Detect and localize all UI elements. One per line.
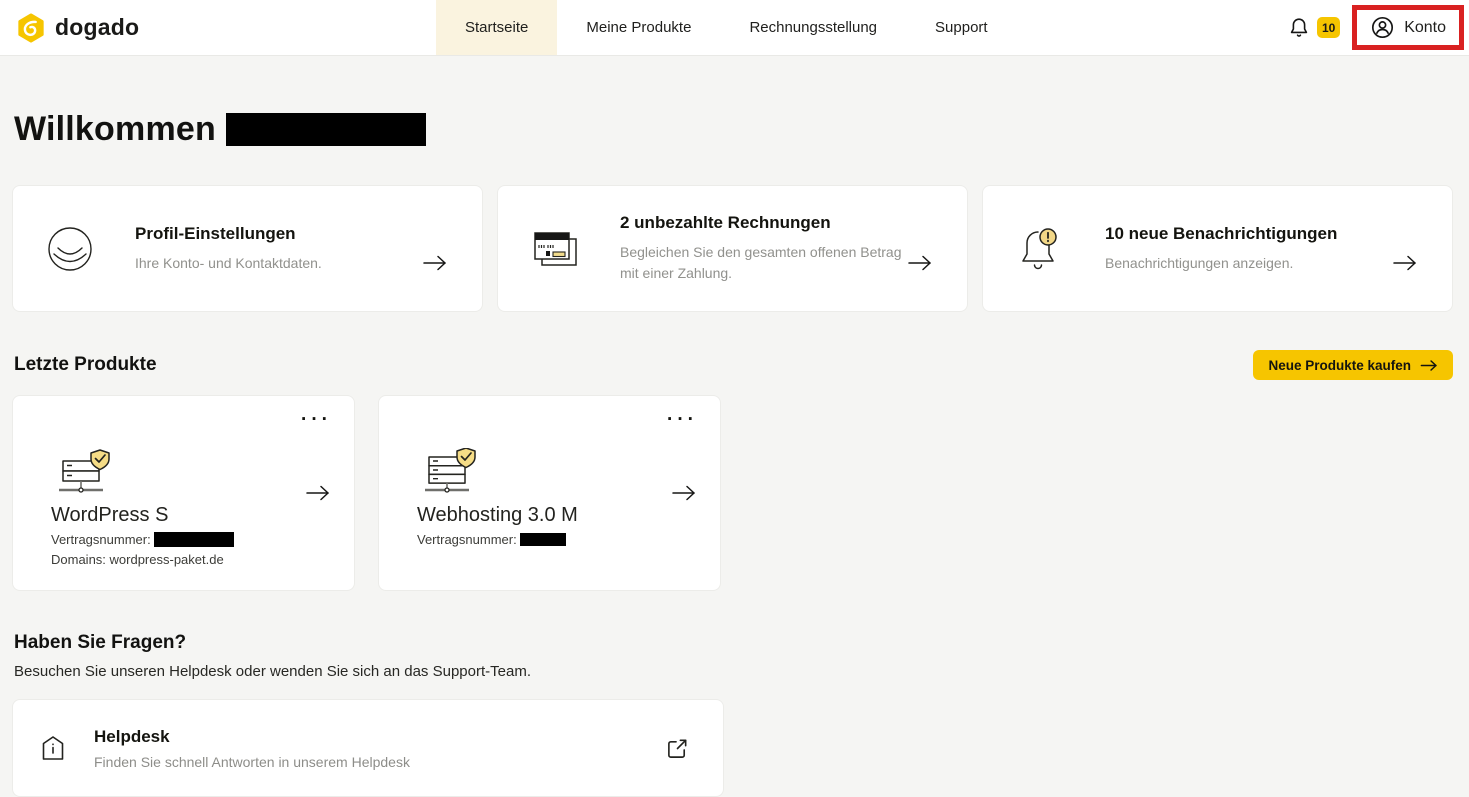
bell-icon: [1287, 16, 1311, 40]
card-text: Profil-Einstellungen Ihre Konto- und Kon…: [103, 224, 422, 274]
top-navigation-bar: dogado Startseite Meine Produkte Rechnun…: [0, 0, 1469, 56]
notification-count-badge: 10: [1317, 17, 1340, 38]
helpdesk-info-icon: [41, 735, 65, 761]
dogado-logo[interactable]: dogado: [16, 13, 139, 43]
profile-settings-card[interactable]: Profil-Einstellungen Ihre Konto- und Kon…: [12, 185, 483, 312]
buy-new-products-button[interactable]: Neue Produkte kaufen: [1253, 350, 1453, 380]
konto-button-label: Konto: [1404, 19, 1446, 37]
contract-label: Vertragsnummer:: [417, 532, 517, 547]
helpdesk-card[interactable]: Helpdesk Finden Sie schnell Antworten in…: [12, 699, 724, 797]
card-subtitle: Ihre Konto- und Kontaktdaten.: [135, 253, 422, 274]
more-options-icon[interactable]: ···: [301, 410, 332, 429]
helpdesk-text: Helpdesk Finden Sie schnell Antworten in…: [65, 727, 410, 770]
smiley-face-icon: [47, 226, 103, 272]
contract-label: Vertragsnummer:: [51, 532, 151, 547]
products-section-header: Letzte Produkte Neue Produkte kaufen: [12, 350, 1453, 380]
logo-wordmark: dogado: [55, 14, 139, 41]
support-section-subtitle: Besuchen Sie unseren Helpdesk oder wende…: [14, 663, 1453, 680]
redacted-customer-name: [226, 113, 426, 146]
arrow-right-icon: [671, 484, 697, 502]
bell-alert-icon: [1017, 226, 1073, 272]
product-title: WordPress S: [51, 504, 330, 527]
external-link-icon: [666, 737, 689, 760]
server-shield-icon: [417, 448, 696, 498]
notifications-button[interactable]: 10: [1287, 16, 1340, 40]
arrow-right-icon: [305, 484, 331, 502]
buy-button-label: Neue Produkte kaufen: [1268, 358, 1411, 373]
card-title: Profil-Einstellungen: [135, 224, 422, 244]
more-options-icon[interactable]: ···: [667, 410, 698, 429]
invoice-icon: [532, 228, 588, 270]
card-text: 2 unbezahlte Rechnungen Begleichen Sie d…: [588, 213, 907, 284]
nav-item-meine-produkte[interactable]: Meine Produkte: [557, 0, 720, 55]
welcome-heading: Willkommen: [14, 110, 1453, 149]
card-title: 2 unbezahlte Rechnungen: [620, 213, 907, 233]
redacted-contract-number: [154, 532, 234, 547]
dogado-hexagon-icon: [16, 13, 46, 43]
contract-number-line: Vertragsnummer:: [51, 532, 330, 547]
card-title: 10 neue Benachrichtigungen: [1105, 224, 1392, 244]
main-content: Willkommen Profil-Einstellungen Ihre Kon…: [0, 110, 1469, 797]
main-nav: Startseite Meine Produkte Rechnungsstell…: [436, 0, 1017, 55]
quick-cards-row: Profil-Einstellungen Ihre Konto- und Kon…: [12, 185, 1453, 312]
product-card-webhosting[interactable]: ··· Webhosting 3.0 M: [378, 395, 721, 591]
user-account-icon: [1370, 15, 1395, 40]
redacted-contract-number: [520, 533, 566, 546]
arrow-right-icon: [907, 254, 933, 272]
helpdesk-title: Helpdesk: [94, 727, 410, 747]
arrow-right-icon: [1420, 359, 1438, 372]
product-title: Webhosting 3.0 M: [417, 504, 696, 527]
support-section-title: Haben Sie Fragen?: [14, 632, 1453, 654]
arrow-right-icon: [422, 254, 448, 272]
header-right-area: 10 Konto: [1287, 5, 1464, 50]
server-shield-icon: [51, 448, 330, 498]
contract-number-line: Vertragsnummer:: [417, 532, 696, 547]
products-section-title: Letzte Produkte: [14, 354, 157, 376]
nav-item-startseite[interactable]: Startseite: [436, 0, 557, 55]
card-text: 10 neue Benachrichtigungen Benachrichtig…: [1073, 224, 1392, 274]
card-subtitle: Begleichen Sie den gesamten offenen Betr…: [620, 242, 907, 284]
konto-button-highlight-annotation[interactable]: Konto: [1352, 5, 1464, 50]
product-card-wordpress[interactable]: ··· WordPress S Vertragsnummer:: [12, 395, 355, 591]
card-subtitle: Benachrichtigungen anzeigen.: [1105, 253, 1392, 274]
nav-item-support[interactable]: Support: [906, 0, 1017, 55]
helpdesk-subtitle: Finden Sie schnell Antworten in unserem …: [94, 754, 410, 770]
unpaid-invoices-card[interactable]: 2 unbezahlte Rechnungen Begleichen Sie d…: [497, 185, 968, 312]
nav-item-rechnungsstellung[interactable]: Rechnungsstellung: [720, 0, 906, 55]
page-title: Willkommen: [14, 110, 216, 149]
domains-line: Domains: wordpress-paket.de: [51, 552, 330, 567]
new-notifications-card[interactable]: 10 neue Benachrichtigungen Benachrichtig…: [982, 185, 1453, 312]
arrow-right-icon: [1392, 254, 1418, 272]
products-row: ··· WordPress S Vertragsnummer:: [12, 395, 1453, 591]
